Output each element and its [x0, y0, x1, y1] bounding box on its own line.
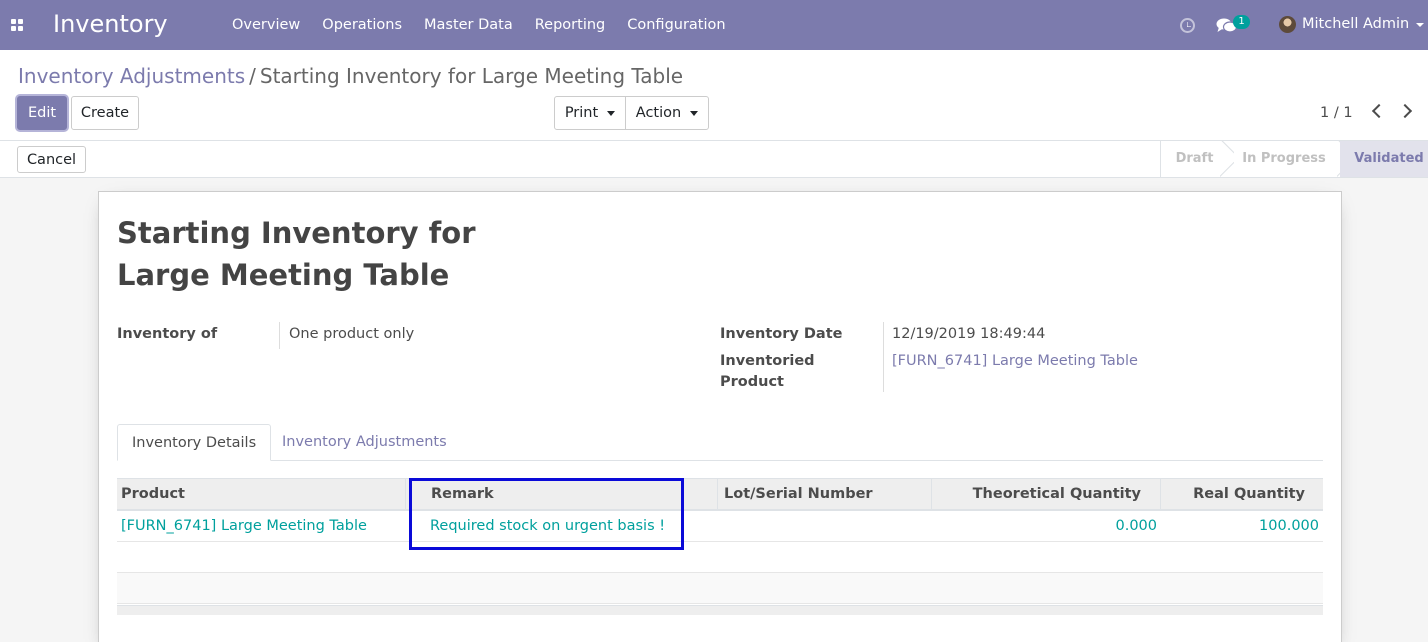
inventoried-product-link[interactable]: [FURN_6741] Large Meeting Table	[892, 351, 1138, 372]
menu-item-reporting[interactable]: Reporting	[524, 0, 617, 50]
table-footer	[117, 605, 1323, 615]
inventoried-product-label-line-1: Inventoried	[720, 353, 815, 369]
menu-item-master-data[interactable]: Master Data	[413, 0, 524, 50]
table-empty-row	[117, 573, 1323, 604]
inventory-date-label: Inventory Date	[720, 326, 843, 342]
column-header-product[interactable]: Product	[117, 479, 189, 510]
cell-theoretical-quantity[interactable]: 0.000	[1111, 511, 1161, 541]
inventoried-product-label-line-2: Product	[720, 374, 784, 390]
top-navbar: Inventory Overview Operations Master Dat…	[0, 0, 1428, 50]
print-label: Print	[564, 105, 599, 121]
breadcrumb-current: Starting Inventory for Large Meeting Tab…	[259, 64, 684, 88]
column-separator	[931, 479, 932, 510]
inventory-of-label: Inventory of	[117, 326, 218, 342]
column-header-theoretical-quantity[interactable]: Theoretical Quantity	[969, 479, 1145, 510]
inventory-lines-table: Product Remark Lot/Serial Number Theoret…	[117, 478, 1323, 615]
cell-product[interactable]: [FURN_6741] Large Meeting Table	[117, 511, 371, 541]
pager-previous-icon[interactable]	[1371, 103, 1387, 119]
menu-item-overview[interactable]: Overview	[221, 0, 311, 50]
status-in-progress: In Progress	[1242, 151, 1326, 166]
form-statusbar: Cancel Draft In Progress Validated	[0, 141, 1428, 178]
tab-inventory-details[interactable]: Inventory Details	[117, 424, 272, 461]
column-header-real-quantity[interactable]: Real Quantity	[1189, 479, 1309, 510]
caret-down-icon	[607, 110, 616, 116]
main-menu: Overview Operations Master Data Reportin…	[221, 0, 737, 50]
record-title-line-1: Starting Inventory for	[117, 216, 476, 250]
create-button[interactable]: Create	[71, 96, 139, 130]
tab-inventory-adjustments[interactable]: Inventory Adjustments	[268, 424, 461, 461]
column-separator	[405, 479, 406, 510]
remark-highlight-box	[409, 478, 684, 550]
column-separator	[717, 479, 718, 510]
action-dropdown-button[interactable]: Action	[625, 96, 709, 130]
action-label: Action	[635, 105, 682, 121]
cell-real-quantity[interactable]: 100.000	[1255, 511, 1323, 541]
menu-item-operations[interactable]: Operations	[311, 0, 413, 50]
status-validated: Validated	[1340, 141, 1428, 177]
cancel-button[interactable]: Cancel	[17, 146, 86, 173]
user-avatar[interactable]	[1279, 16, 1296, 33]
chat-count-badge: 1	[1233, 15, 1250, 29]
table-row[interactable]: [FURN_6741] Large Meeting Table Required…	[117, 511, 1323, 542]
record-title: Starting Inventory for Large Meeting Tab…	[117, 212, 497, 296]
field-divider	[883, 322, 884, 392]
table-header: Product Remark Lot/Serial Number Theoret…	[117, 478, 1323, 511]
field-divider	[279, 322, 280, 349]
cell-lot[interactable]	[720, 511, 728, 541]
app-title[interactable]: Inventory	[53, 10, 168, 38]
pager-next-icon[interactable]	[1397, 103, 1413, 119]
inventory-of-value: One product only	[289, 326, 415, 342]
edit-button[interactable]: Edit	[17, 96, 67, 130]
activity-clock-icon[interactable]	[1180, 18, 1195, 33]
column-header-lot-serial[interactable]: Lot/Serial Number	[720, 479, 877, 510]
breadcrumb-separator: /	[249, 64, 256, 88]
status-draft: Draft	[1160, 141, 1222, 177]
table-empty-row	[117, 542, 1323, 573]
menu-item-configuration[interactable]: Configuration	[616, 0, 736, 50]
breadcrumb: Inventory Adjustments / Starting Inventory…	[18, 64, 683, 88]
notebook-tabs: Inventory Details Inventory Adjustments	[117, 424, 1323, 461]
record-title-line-2: Large Meeting Table	[117, 258, 450, 292]
form-sheet: Starting Inventory for Large Meeting Tab…	[98, 191, 1342, 642]
breadcrumb-parent-link[interactable]: Inventory Adjustments	[18, 64, 245, 88]
inventory-date-value: 12/19/2019 18:49:44	[892, 326, 1046, 342]
apps-menu-icon[interactable]	[11, 19, 25, 31]
inventoried-product-label: Inventoried Product	[720, 351, 815, 393]
user-menu-name[interactable]: Mitchell Admin	[1302, 16, 1409, 32]
caret-down-icon	[690, 110, 699, 116]
print-dropdown-button[interactable]: Print	[554, 96, 626, 130]
column-separator	[1160, 479, 1161, 510]
pager-value[interactable]: 1 / 1	[1320, 105, 1353, 121]
user-menu-caret-icon[interactable]	[1416, 23, 1424, 27]
